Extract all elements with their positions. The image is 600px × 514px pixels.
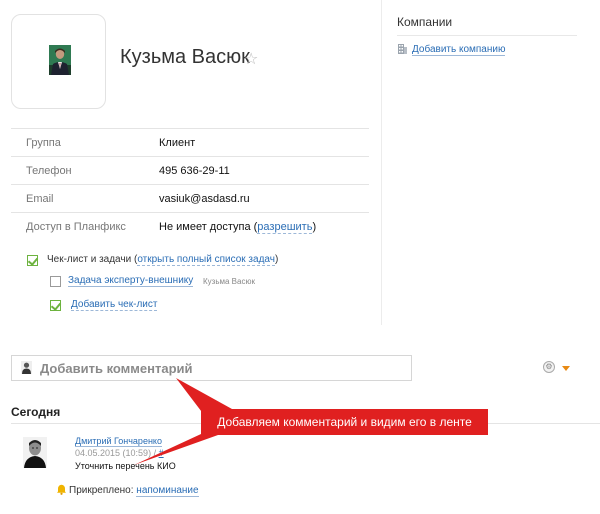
column-divider <box>381 0 382 325</box>
comment-input[interactable]: Добавить комментарий <box>11 355 412 381</box>
property-row-phone: Телефон 495 636-29-11 <box>11 156 369 184</box>
comment-author[interactable]: Дмитрий Гончаренко <box>75 436 162 447</box>
annotation-callout: Добавляем комментарий и видим его в лент… <box>201 409 488 435</box>
comment-timestamp: 04.05.2015 (10:59) <box>75 448 152 458</box>
chevron-down-icon[interactable] <box>562 366 570 371</box>
property-value: Клиент <box>159 137 196 149</box>
task-assignee: Кузьма Васюк <box>203 277 255 286</box>
property-value: 495 636-29-11 <box>159 165 230 177</box>
comment-text: Уточнить перечень КИО <box>75 461 176 471</box>
grant-access-link[interactable]: разрешить <box>257 221 313 234</box>
property-value: Не имеет доступа (разрешить) <box>159 221 317 234</box>
attached-label: Прикреплено: <box>69 485 134 496</box>
property-label: Доступ в Планфикс <box>26 221 126 233</box>
full-task-list-link[interactable]: открыть полный список задач <box>137 254 275 266</box>
checklist-title: Чек-лист и задачи <box>47 254 132 265</box>
contact-avatar-card[interactable] <box>11 14 106 109</box>
comment-permalink[interactable]: # <box>159 448 164 458</box>
paren-close: ) <box>312 221 317 233</box>
contact-properties: Группа Клиент Телефон 495 636-29-11 Emai… <box>11 128 369 240</box>
comment-meta: 04.05.2015 (10:59) / # <box>75 448 164 458</box>
property-row-email: Email vasiuk@asdasd.ru <box>11 184 369 212</box>
companies-title: Компании <box>397 15 453 29</box>
comment-attachment: Прикреплено: напоминание <box>56 484 199 497</box>
add-checklist-link[interactable]: Добавить чек-лист <box>71 299 158 311</box>
property-label: Группа <box>26 137 61 149</box>
star-icon[interactable]: ☆ <box>244 49 258 69</box>
access-status: Не имеет доступа <box>159 221 251 233</box>
reminder-link[interactable]: напоминание <box>136 485 199 497</box>
add-company-link[interactable]: Добавить компанию <box>412 44 506 56</box>
comment-placeholder: Добавить комментарий <box>40 361 193 376</box>
user-icon <box>21 361 32 374</box>
contact-name: Кузьма Васюк <box>120 46 250 68</box>
paren-close: ) <box>274 254 279 265</box>
task-link[interactable]: Задача эксперту-внешнику <box>68 275 194 287</box>
feed-section-title: Сегодня <box>11 405 61 419</box>
checklist-header: Чек-лист и задачи (открыть полный список… <box>47 254 279 266</box>
meta-separator: / <box>153 448 157 458</box>
bell-icon <box>56 484 67 495</box>
add-company[interactable]: Добавить компанию <box>397 43 506 56</box>
property-label: Телефон <box>26 165 72 177</box>
settings-icon[interactable]: ⚙ <box>543 361 555 373</box>
add-checklist-checkbox[interactable] <box>50 300 61 311</box>
checklist-checkbox[interactable] <box>27 255 38 266</box>
property-value: vasiuk@asdasd.ru <box>159 193 250 205</box>
building-icon <box>397 43 408 54</box>
author-avatar <box>23 437 47 468</box>
property-row-group: Группа Клиент <box>11 128 369 156</box>
task-checkbox[interactable] <box>50 276 61 287</box>
companies-divider <box>397 35 577 36</box>
property-label: Email <box>26 193 54 205</box>
contact-photo <box>49 45 71 75</box>
property-row-access: Доступ в Планфикс Не имеет доступа (разр… <box>11 212 369 240</box>
